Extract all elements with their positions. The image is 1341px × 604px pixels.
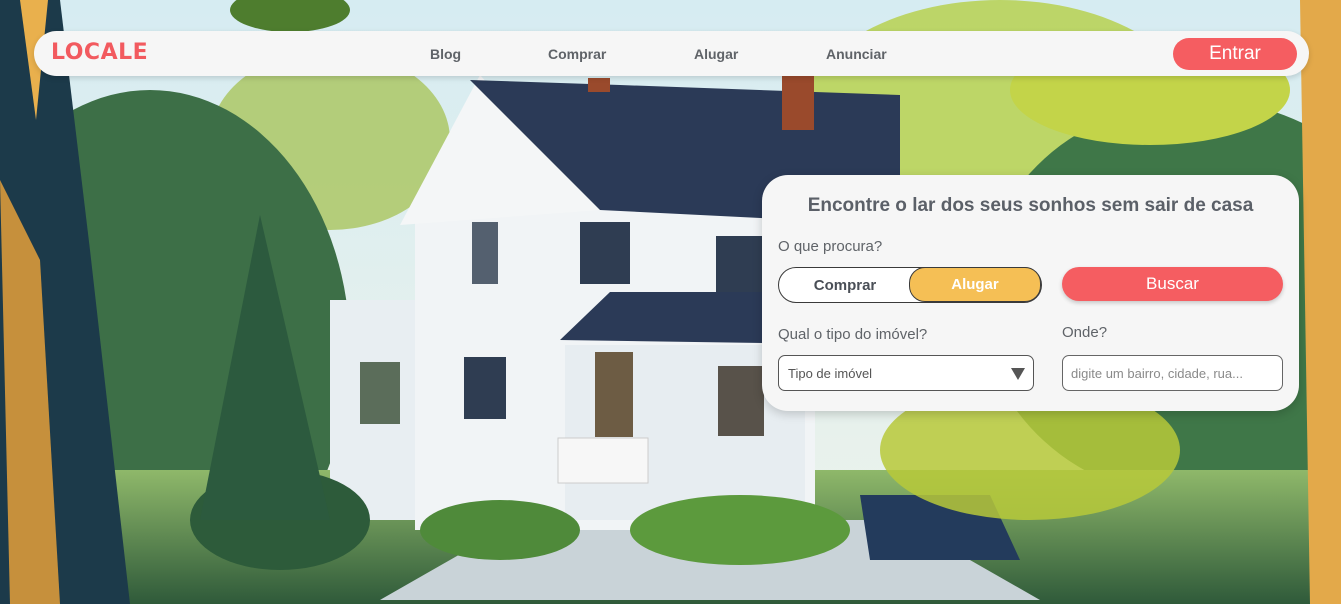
toggle-option-alugar[interactable]: Alugar	[909, 267, 1041, 302]
toggle-option-comprar[interactable]: Comprar	[781, 269, 909, 301]
login-button[interactable]: Entrar	[1173, 38, 1297, 70]
search-button[interactable]: Buscar	[1062, 267, 1283, 301]
nav-link-comprar[interactable]: Comprar	[548, 46, 606, 62]
dropdown-arrow-icon	[1011, 368, 1025, 380]
nav-link-blog[interactable]: Blog	[430, 46, 461, 62]
locale-logo[interactable]: LOCALE	[51, 40, 148, 65]
property-type-label: Qual o tipo do imóvel?	[778, 326, 928, 343]
location-search-input[interactable]	[1062, 355, 1283, 391]
search-card-title: Encontre o lar dos seus sonhos sem sair …	[807, 195, 1254, 216]
nav-link-alugar[interactable]: Alugar	[694, 46, 738, 62]
property-type-select[interactable]: Tipo de imóvel	[778, 355, 1034, 391]
search-card: Encontre o lar dos seus sonhos sem sair …	[762, 175, 1299, 411]
what-looking-for-label: O que procura?	[778, 238, 883, 255]
top-navbar: LOCALE Blog Comprar Alugar Anunciar Entr…	[34, 31, 1309, 76]
nav-link-anunciar[interactable]: Anunciar	[826, 46, 887, 62]
property-type-select-value: Tipo de imóvel	[788, 365, 873, 381]
where-label: Onde?	[1062, 324, 1108, 341]
buy-rent-toggle: Comprar Alugar	[778, 267, 1042, 303]
